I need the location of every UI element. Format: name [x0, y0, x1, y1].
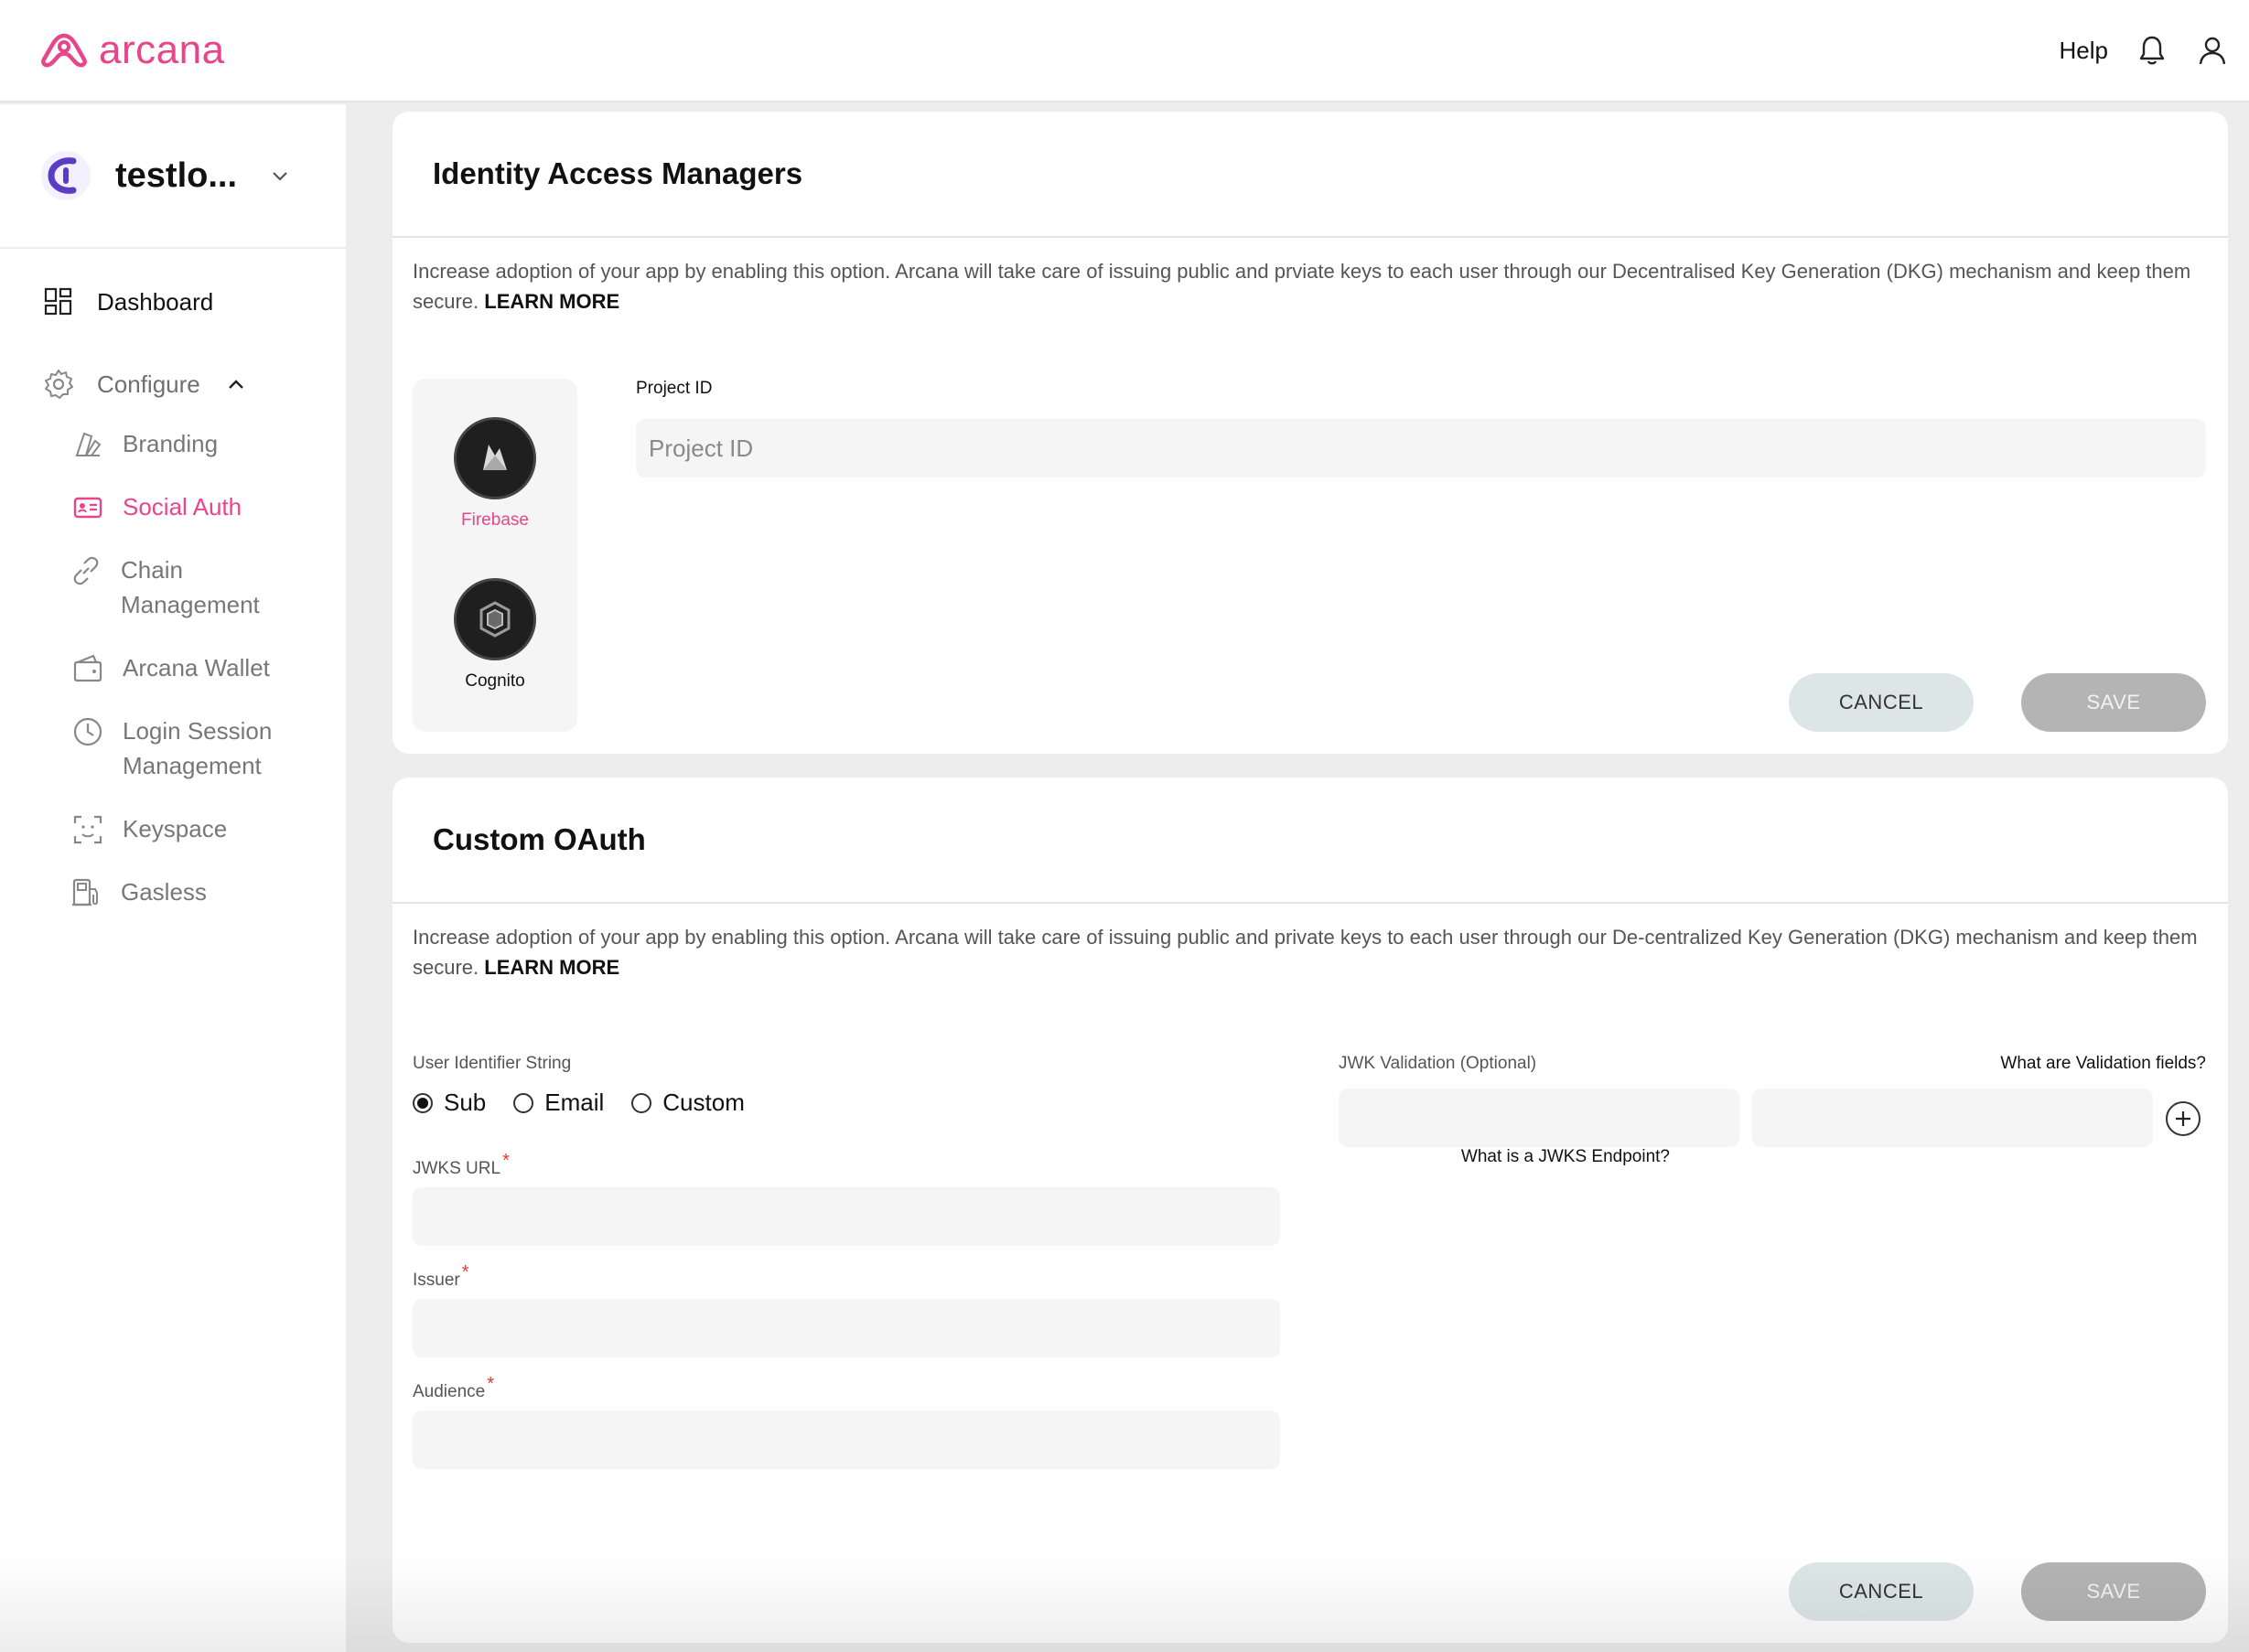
- bell-icon[interactable]: [2136, 34, 2168, 67]
- project-id-label: Project ID: [636, 379, 713, 398]
- sidebar-nav: Dashboard Configure Branding Social Auth: [0, 249, 346, 909]
- gear-icon: [42, 368, 75, 401]
- label-text: Issuer: [413, 1271, 460, 1290]
- radio-label: Email: [544, 1089, 605, 1116]
- description-text: Increase adoption of your app by enablin…: [413, 260, 2191, 313]
- sidebar-item-branding[interactable]: Branding: [0, 426, 346, 461]
- required-mark: *: [502, 1151, 510, 1171]
- iam-cancel-button[interactable]: CANCEL: [1789, 673, 1974, 732]
- audience-input[interactable]: [413, 1411, 1280, 1469]
- arcana-logo-icon: [41, 33, 87, 68]
- validation-fields-help-link[interactable]: What are Validation fields?: [1856, 1054, 2206, 1074]
- brand-name: arcana: [99, 27, 225, 72]
- jwks-endpoint-help-link[interactable]: What is a JWKS Endpoint?: [1060, 1147, 1670, 1167]
- org-name: testlo...: [115, 156, 238, 195]
- card-title: Custom OAuth: [433, 822, 646, 856]
- chevron-up-icon[interactable]: [226, 374, 246, 394]
- top-actions: Help: [2060, 34, 2229, 67]
- card-header: Custom OAuth: [393, 778, 2228, 904]
- radio-indicator[interactable]: [631, 1092, 652, 1113]
- jwk-validation-value-input[interactable]: [1752, 1089, 2153, 1147]
- label-text: JWKS URL: [413, 1159, 501, 1178]
- plus-icon: [2176, 1111, 2190, 1126]
- required-mark: *: [461, 1262, 469, 1282]
- jwk-validation-label: JWK Validation (Optional): [1339, 1054, 1537, 1073]
- learn-more-link[interactable]: LEARN MORE: [484, 290, 619, 313]
- required-mark: *: [487, 1374, 495, 1394]
- sidebar-item-label: Chain Management: [121, 556, 260, 618]
- sidebar-item-label: Arcana Wallet: [123, 654, 270, 681]
- radio-label: Sub: [444, 1089, 487, 1116]
- wallet-icon: [71, 652, 104, 685]
- add-validation-field-button[interactable]: [2166, 1101, 2201, 1136]
- top-bar: arcana Help: [0, 0, 2249, 102]
- user-identifier-label: User Identifier String: [413, 1054, 572, 1073]
- brand-logo[interactable]: arcana: [40, 27, 225, 73]
- chevron-down-icon[interactable]: [268, 164, 292, 188]
- iam-save-button[interactable]: SAVE: [2021, 673, 2206, 732]
- iam-provider-list: Firebase Cognito: [413, 379, 577, 732]
- sidebar-item-label: Branding: [123, 430, 219, 457]
- jwks-url-label: JWKS URL *: [413, 1151, 510, 1179]
- sidebar-item-label: Configure: [97, 370, 200, 398]
- sidebar-item-chain-management[interactable]: Chain Management: [0, 552, 346, 622]
- jwks-url-input[interactable]: [413, 1187, 1280, 1246]
- sidebar: testlo... Dashboard Configure Branding S…: [0, 104, 346, 1652]
- configure-subnav: Branding Social Auth Chain Management Ar…: [0, 410, 346, 909]
- radio-custom[interactable]: Custom: [631, 1089, 745, 1117]
- user-icon[interactable]: [2196, 34, 2229, 67]
- firebase-icon: [454, 417, 536, 499]
- social-auth-icon: [71, 491, 104, 524]
- sidebar-item-keyspace[interactable]: Keyspace: [0, 811, 346, 846]
- dashboard-icon: [42, 285, 75, 318]
- card-description: Increase adoption of your app by enablin…: [393, 904, 2228, 982]
- oauth-save-button[interactable]: SAVE: [2021, 1562, 2206, 1621]
- help-link[interactable]: Help: [2060, 37, 2108, 65]
- provider-firebase[interactable]: Firebase: [413, 417, 577, 531]
- card-description: Increase adoption of your app by enablin…: [393, 238, 2228, 316]
- sidebar-item-label: Dashboard: [97, 287, 214, 316]
- issuer-input[interactable]: [413, 1299, 1280, 1357]
- radio-indicator[interactable]: [513, 1092, 534, 1113]
- identity-access-managers-card: Identity Access Managers Increase adopti…: [393, 112, 2228, 754]
- face-scan-icon: [71, 813, 104, 846]
- audience-label: Audience *: [413, 1374, 494, 1402]
- cognito-icon: [454, 578, 536, 660]
- sidebar-item-label: Login Session Management: [123, 717, 273, 779]
- sidebar-item-gasless[interactable]: Gasless: [0, 874, 346, 909]
- user-identifier-radio-group: Sub Email Custom: [413, 1089, 745, 1117]
- sidebar-item-label: Social Auth: [123, 493, 242, 520]
- radio-email[interactable]: Email: [513, 1089, 604, 1117]
- sidebar-item-configure[interactable]: Configure: [0, 359, 346, 410]
- issuer-label: Issuer *: [413, 1262, 469, 1291]
- radio-label: Custom: [662, 1089, 745, 1116]
- card-header: Identity Access Managers: [393, 112, 2228, 238]
- label-text: Audience: [413, 1382, 486, 1401]
- org-logo-icon: [41, 151, 91, 200]
- sidebar-item-arcana-wallet[interactable]: Arcana Wallet: [0, 650, 346, 685]
- project-id-input[interactable]: [636, 419, 2206, 477]
- org-switcher[interactable]: testlo...: [0, 104, 346, 249]
- radio-sub[interactable]: Sub: [413, 1089, 486, 1117]
- provider-label: Cognito: [465, 671, 525, 691]
- provider-cognito[interactable]: Cognito: [413, 578, 577, 692]
- sidebar-item-label: Gasless: [121, 878, 207, 906]
- sidebar-item-login-session-management[interactable]: Login Session Management: [0, 713, 346, 783]
- learn-more-link[interactable]: LEARN MORE: [484, 956, 619, 979]
- oauth-cancel-button[interactable]: CANCEL: [1789, 1562, 1974, 1621]
- link-icon: [70, 554, 102, 587]
- sidebar-item-social-auth[interactable]: Social Auth: [0, 489, 346, 524]
- sidebar-item-dashboard[interactable]: Dashboard: [0, 276, 346, 327]
- description-text: Increase adoption of your app by enablin…: [413, 926, 2198, 979]
- clock-icon: [71, 715, 104, 748]
- custom-oauth-card: Custom OAuth Increase adoption of your a…: [393, 778, 2228, 1643]
- provider-label: Firebase: [461, 510, 529, 530]
- branding-icon: [71, 428, 104, 461]
- fuel-icon: [70, 876, 102, 909]
- jwk-validation-key-input[interactable]: [1339, 1089, 1739, 1147]
- radio-indicator[interactable]: [413, 1092, 433, 1113]
- sidebar-item-label: Keyspace: [123, 815, 228, 842]
- card-title: Identity Access Managers: [433, 156, 803, 190]
